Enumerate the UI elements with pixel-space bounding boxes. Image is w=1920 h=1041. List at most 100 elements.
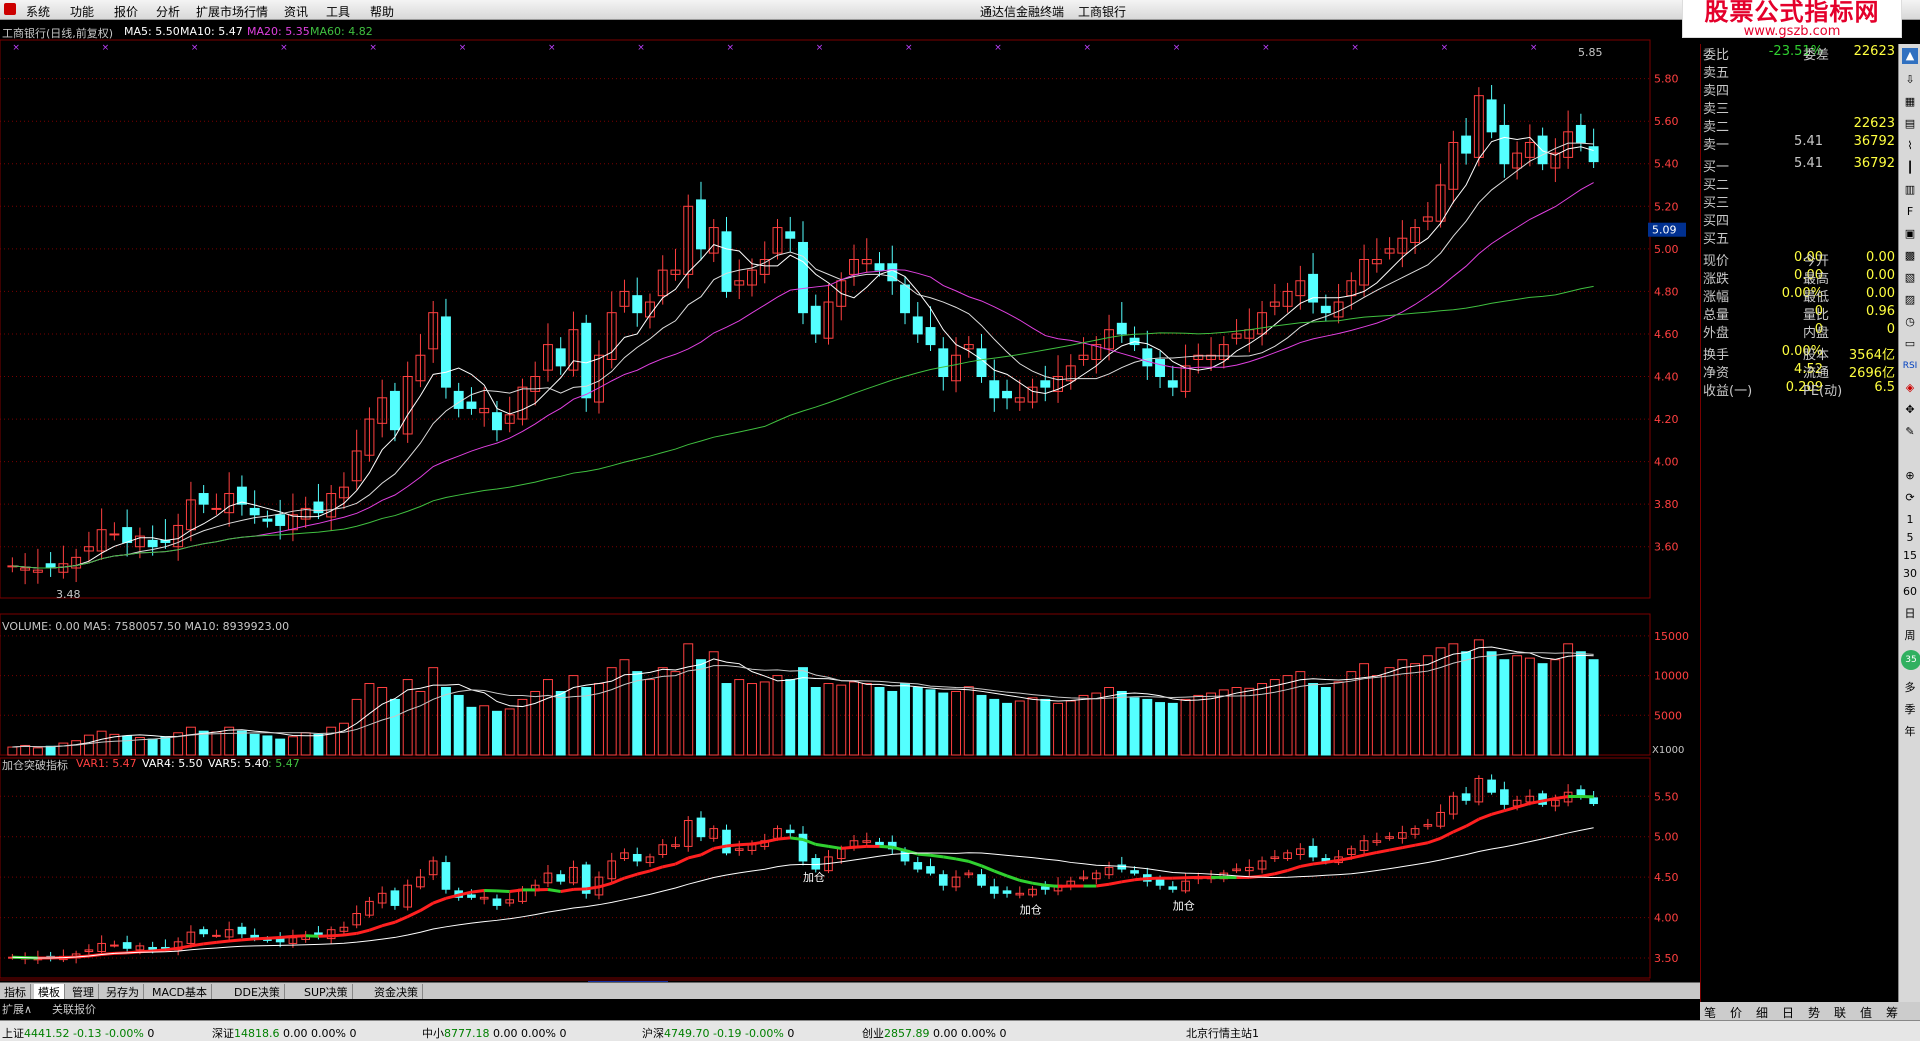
- period-60[interactable]: 60: [1902, 584, 1918, 600]
- right-tab-1[interactable]: 价: [1730, 1004, 1742, 1021]
- f10-icon[interactable]: F: [1902, 204, 1918, 220]
- line-chart-icon[interactable]: ⌇: [1902, 138, 1918, 154]
- indicator-trend-segment: [739, 842, 753, 847]
- rsi-icon[interactable]: RSI: [1902, 358, 1918, 374]
- zoom-icon[interactable]: ⊕: [1902, 468, 1918, 484]
- period-day[interactable]: 日: [1902, 606, 1918, 622]
- menu-analysis[interactable]: 分析: [156, 3, 180, 20]
- candle-body: [147, 539, 158, 548]
- lock-icon[interactable]: ◈: [1902, 380, 1918, 396]
- float-circle-icon[interactable]: 35: [1901, 650, 1920, 670]
- period-week[interactable]: 周: [1902, 628, 1918, 644]
- menu-news[interactable]: 资讯: [284, 3, 308, 20]
- index-quote[interactable]: 沪深4749.70 -0.19 -0.00% 0: [642, 1025, 794, 1041]
- tab-4[interactable]: MACD基本: [148, 984, 212, 999]
- tab-6[interactable]: SUP决策: [300, 984, 353, 999]
- quote-row: 卖四: [1701, 80, 1899, 99]
- right-tab-3[interactable]: 日: [1782, 1004, 1794, 1021]
- tab-7[interactable]: 资金决策: [370, 984, 423, 999]
- volume-bar: [147, 738, 158, 756]
- period-1[interactable]: 1: [1902, 512, 1918, 528]
- indicator-trend-segment: [968, 859, 983, 868]
- scroll-up-icon[interactable]: ▲: [1902, 48, 1918, 64]
- index-quote[interactable]: 中小8777.18 0.00 0.00% 0: [422, 1025, 566, 1041]
- right-tab-5[interactable]: 联: [1834, 1004, 1846, 1021]
- volume-bar: [785, 679, 796, 756]
- info-icon[interactable]: ▣: [1902, 226, 1918, 242]
- quote-label: 买四: [1703, 214, 1730, 229]
- indicator-trend-segment: [585, 885, 600, 891]
- calendar-icon[interactable]: ▩: [1902, 248, 1918, 264]
- indicator-tick-label: 5.00: [1654, 831, 1679, 844]
- table-icon[interactable]: ▤: [1902, 116, 1918, 132]
- index-quote[interactable]: 深证14818.6 0.00 0.00% 0: [212, 1025, 356, 1041]
- volume-bar: [963, 686, 974, 756]
- chart-area[interactable]: 5.80 5.60 5.40 5.20 5.00 4.80 4.60 4.40 4.20 4.00…: [0, 20, 1700, 1011]
- indicator-trend-segment: [841, 845, 855, 850]
- candle-body: [1167, 380, 1178, 388]
- menu-help[interactable]: 帮助: [370, 3, 394, 20]
- menu-ext-market[interactable]: 扩展市场行情: [196, 3, 268, 20]
- grid-icon[interactable]: ▦: [1902, 94, 1918, 110]
- right-tab-7[interactable]: 筹: [1886, 1004, 1898, 1021]
- right-tab-2[interactable]: 细: [1756, 1004, 1768, 1021]
- ma60-label: MA60: 4.82: [310, 25, 373, 38]
- volume-bar: [645, 679, 655, 756]
- ind-candle-body: [199, 929, 208, 935]
- tab-0[interactable]: 指标: [0, 984, 31, 999]
- server-status[interactable]: 北京行情主站1: [1186, 1025, 1259, 1041]
- refresh-icon[interactable]: ⟳: [1902, 490, 1918, 506]
- quote-label: 买五: [1703, 232, 1730, 247]
- menu-tools[interactable]: 工具: [326, 3, 350, 20]
- quote-row: 买二: [1701, 174, 1899, 193]
- indicator-trend-segment: [1439, 830, 1455, 840]
- menu-function[interactable]: 功能: [70, 3, 94, 20]
- sheet-icon[interactable]: ▧: [1902, 270, 1918, 286]
- period-15[interactable]: 15: [1902, 548, 1918, 564]
- candle-body: [249, 507, 260, 516]
- menu-quote[interactable]: 报价: [114, 3, 138, 20]
- menu-system[interactable]: 系统: [26, 3, 50, 20]
- kline-chart[interactable]: 5.80 5.60 5.40 5.20 5.00 4.80 4.60 4.40 4.20 4.00…: [0, 20, 1700, 1011]
- subtab-0[interactable]: 扩展∧: [2, 1001, 32, 1017]
- volume-bar: [1167, 702, 1178, 756]
- period-season[interactable]: 季: [1902, 702, 1918, 718]
- index-quote[interactable]: 创业2857.89 0.00 0.00% 0: [862, 1025, 1006, 1041]
- indicator-trend-segment: [547, 888, 561, 894]
- volume-bar: [823, 683, 834, 756]
- tab-5[interactable]: DDE决策: [230, 984, 285, 999]
- indicator-trend-segment: [292, 934, 306, 938]
- quote-row: 换手 0.00% 股本 3564亿: [1701, 344, 1899, 363]
- subtab-1[interactable]: 关联报价: [52, 1001, 96, 1017]
- tab-3[interactable]: 另存为: [102, 984, 144, 999]
- app-icon[interactable]: [4, 3, 16, 15]
- pencil-icon[interactable]: ✎: [1902, 424, 1918, 440]
- indicator-trend-segment: [1006, 874, 1021, 882]
- right-tab-6[interactable]: 值: [1860, 1004, 1872, 1021]
- volume-bar: [402, 679, 413, 756]
- indicator-trend-segment: [764, 837, 778, 844]
- indicator-trend-segment: [930, 853, 944, 859]
- list-icon[interactable]: ▥: [1902, 182, 1918, 198]
- clock-icon[interactable]: ◷: [1902, 314, 1918, 330]
- right-tab-4[interactable]: 势: [1808, 1004, 1820, 1021]
- bars-icon[interactable]: ▨: [1902, 292, 1918, 308]
- volume-bar: [632, 671, 643, 756]
- right-tab-0[interactable]: 笔: [1704, 1004, 1716, 1021]
- index-quote[interactable]: 上证4441.52 -0.13 -0.00% 0: [2, 1025, 154, 1041]
- indicator-trend-segment: [828, 844, 842, 850]
- kline-icon[interactable]: ┃: [1902, 160, 1918, 176]
- period-30[interactable]: 30: [1902, 566, 1918, 582]
- doc-icon[interactable]: ▭: [1902, 336, 1918, 352]
- arrow-down-icon[interactable]: ⇩: [1902, 72, 1918, 88]
- period-year[interactable]: 年: [1902, 724, 1918, 740]
- candle-body: [275, 514, 286, 526]
- tab-1[interactable]: 模板: [34, 984, 65, 999]
- quote-label: 买二: [1703, 178, 1730, 193]
- period-multi[interactable]: 多: [1902, 680, 1918, 696]
- move-icon[interactable]: ✥: [1902, 402, 1918, 418]
- signal-marker: ×: [1084, 43, 1092, 53]
- indicator-trend-segment: [1121, 878, 1135, 884]
- period-5[interactable]: 5: [1902, 530, 1918, 546]
- tab-2[interactable]: 管理: [68, 984, 99, 999]
